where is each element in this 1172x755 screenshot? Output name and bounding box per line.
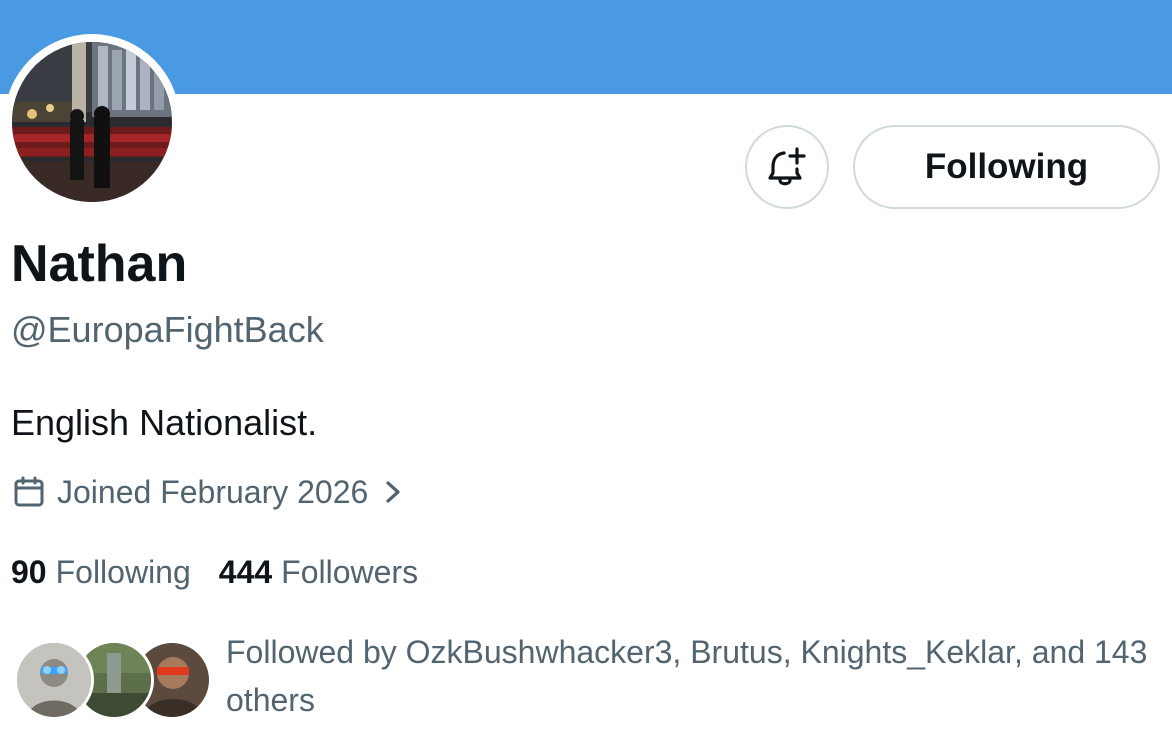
profile-avatar[interactable]: [4, 34, 180, 210]
display-name: Nathan: [11, 235, 188, 293]
user-handle: @EuropaFightBack: [11, 309, 324, 350]
follow-stats: 90 Following 444 Followers: [11, 550, 446, 594]
profile-banner[interactable]: [0, 0, 1172, 94]
avatar-photo: [12, 42, 172, 202]
joined-date-link[interactable]: Joined February 2026: [13, 470, 402, 514]
following-button[interactable]: Following: [853, 125, 1160, 209]
followers-stat-link[interactable]: 444 Followers: [219, 550, 418, 594]
mutual-followers-avatars[interactable]: [14, 640, 212, 722]
profile-bio: English Nationalist.: [11, 402, 318, 443]
following-label: Following: [55, 554, 191, 590]
notify-button[interactable]: [745, 125, 829, 209]
joined-text: Joined February 2026: [57, 474, 369, 510]
calendar-icon: [14, 476, 44, 507]
followers-count: 444: [218, 554, 273, 590]
bell-plus-icon: [768, 147, 806, 186]
followers-label: Followers: [281, 554, 419, 590]
following-stat-link[interactable]: 90 Following: [11, 550, 191, 594]
chevron-right-icon: [386, 481, 400, 503]
followed-by-text[interactable]: Followed by OzkBushwhacker3, Brutus, Kni…: [226, 628, 1156, 724]
following-count: 90: [11, 554, 47, 590]
mutual-follower-avatar: [14, 640, 94, 720]
